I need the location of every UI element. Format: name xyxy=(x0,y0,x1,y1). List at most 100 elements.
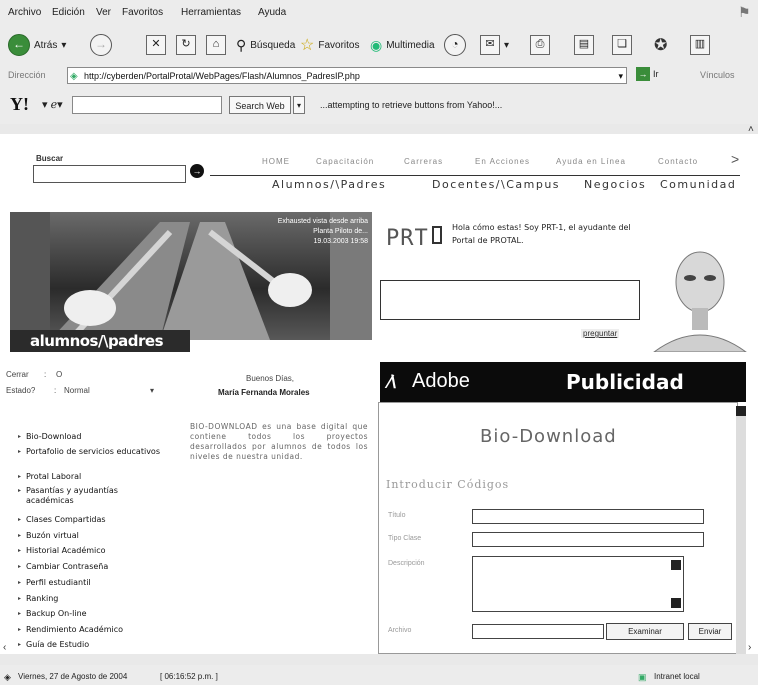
menu-ayuda[interactable]: Ayuda xyxy=(258,7,286,18)
field-description-label: Descripción xyxy=(388,560,425,567)
address-bar: Dirección ◈ http://cyberden/PortalProtal… xyxy=(0,62,758,90)
ad-banner[interactable]: ⁄\ Adobe Publicidad xyxy=(380,362,746,402)
sidebar-item-rendimiento[interactable]: Rendimiento Académico xyxy=(18,625,166,635)
search-web-dropdown[interactable]: ▾ xyxy=(293,96,305,114)
sidebar-item-buzon-virtual[interactable]: Buzón virtual xyxy=(18,531,166,541)
nav-arrow-icon[interactable]: > xyxy=(731,151,739,167)
forward-arrow-icon: → xyxy=(90,34,112,56)
mail-icon: ✉ xyxy=(480,35,500,55)
nav-carreras[interactable]: Carreras xyxy=(404,157,443,166)
sidebar-item-portafolio[interactable]: Portafolio de servicios educativos xyxy=(18,447,166,457)
star-icon: ☆ xyxy=(300,37,315,54)
sidebar-item-historial-academico[interactable]: Historial Académico xyxy=(18,546,166,556)
back-arrow-icon: ← xyxy=(8,34,30,56)
scroll-up-icon[interactable] xyxy=(736,406,746,416)
sidebar-item-cambiar-contrasena[interactable]: Cambiar Contraseña xyxy=(18,562,166,572)
bio-download-description: BIO-DOWNLOAD es una base digital que con… xyxy=(190,422,368,461)
yahoo-status-text: ...attempting to retrieve buttons from Y… xyxy=(320,100,503,110)
nav-alumnos-padres[interactable]: Alumnos/\Padres xyxy=(272,178,386,191)
scroll-left-icon[interactable]: ‹ xyxy=(3,642,6,653)
stop-button[interactable]: ✕ xyxy=(146,34,166,56)
assistant-question-input[interactable] xyxy=(380,280,640,320)
sidebar-item-guia-estudio[interactable]: Guía de Estudio xyxy=(18,640,166,650)
menu-archivo[interactable]: Archivo xyxy=(8,7,41,18)
print-button[interactable]: ⎙ xyxy=(530,34,550,56)
field-title-label: Título xyxy=(388,512,406,519)
scroll-up-arrow-icon[interactable]: ˄ xyxy=(748,124,754,135)
address-url: http://cyberden/PortalProtal/WebPages/Fl… xyxy=(84,71,360,81)
home-button[interactable]: ⌂ xyxy=(206,34,226,56)
forward-button[interactable]: → xyxy=(90,34,112,56)
chevron-down-icon: ▾ xyxy=(61,39,67,51)
mail-button[interactable]: ✉ ▾ xyxy=(480,34,509,56)
state-select[interactable]: Normal xyxy=(64,386,90,395)
yahoo-dropdown-icon[interactable]: ▾ ℯ▾ xyxy=(42,98,63,111)
address-input[interactable]: ◈ http://cyberden/PortalProtal/WebPages/… xyxy=(67,67,627,84)
menu-favoritos[interactable]: Favoritos xyxy=(122,7,163,18)
discuss-icon: ❏ xyxy=(612,35,632,55)
messenger-icon: ✪ xyxy=(654,37,668,54)
send-button[interactable]: Enviar xyxy=(688,623,732,640)
field-title-input[interactable] xyxy=(472,509,704,524)
go-button[interactable]: → Ir xyxy=(636,67,659,81)
chevron-down-icon: ▾ xyxy=(504,39,510,51)
nav-en-acciones[interactable]: En Acciones xyxy=(475,157,530,166)
browse-button[interactable]: Examinar xyxy=(606,623,684,640)
textarea-scroll-down-icon[interactable] xyxy=(671,598,681,608)
ask-button[interactable]: preguntar xyxy=(581,329,620,338)
refresh-button[interactable]: ↻ xyxy=(176,34,196,56)
sidebar-item-backup-online[interactable]: Backup On-line xyxy=(18,609,166,619)
history-button[interactable]: ◔ xyxy=(444,34,466,56)
edit-button[interactable]: ▤ xyxy=(574,34,594,56)
research-button[interactable]: ▥ xyxy=(690,34,710,56)
favorites-button[interactable]: ☆ Favoritos xyxy=(300,34,359,56)
nav-contacto[interactable]: Contacto xyxy=(658,157,698,166)
messenger-button[interactable]: ✪ xyxy=(654,34,667,56)
textarea-scroll-up-icon[interactable] xyxy=(671,560,681,570)
nav-home[interactable]: HOME xyxy=(262,157,290,166)
print-icon: ⎙ xyxy=(530,35,550,55)
robot-assistant-icon xyxy=(653,251,747,352)
status-time: [ 06:16:52 p.m. ] xyxy=(160,672,218,681)
site-search-input[interactable] xyxy=(33,165,186,183)
yahoo-search-input[interactable] xyxy=(72,96,222,114)
menu-herramientas[interactable]: Herramientas xyxy=(181,7,241,18)
menu-ver[interactable]: Ver xyxy=(96,7,111,18)
sidebar-item-clases-compartidas[interactable]: Clases Compartidas xyxy=(18,515,166,525)
field-file-input[interactable] xyxy=(472,624,604,639)
sidebar-item-ranking[interactable]: Ranking xyxy=(18,594,166,604)
research-icon: ▥ xyxy=(690,35,710,55)
sidebar-item-protal-laboral[interactable]: Protal Laboral xyxy=(18,472,166,482)
nav-comunidad[interactable]: Comunidad xyxy=(660,178,736,191)
sidebar-item-pasantias[interactable]: Pasantías y ayudantías académicas xyxy=(18,486,166,506)
discuss-button[interactable]: ❏ xyxy=(612,34,632,56)
site-search-go-icon[interactable]: → xyxy=(190,164,204,178)
refresh-icon: ↻ xyxy=(176,35,196,55)
status-zone: Intranet local xyxy=(654,672,700,681)
banner-caption-1: Exhausted vista desde arriba xyxy=(277,218,368,225)
chevron-down-icon[interactable]: ▾ xyxy=(618,68,623,85)
search-button[interactable]: ⚲ Búsqueda xyxy=(236,34,295,56)
nav-negocios[interactable]: Negocios xyxy=(584,178,646,191)
field-type-input[interactable] xyxy=(472,532,704,547)
status-bar: ◈ Viernes, 27 de Agosto de 2004 [ 06:16:… xyxy=(0,665,758,685)
field-description-textarea[interactable] xyxy=(472,556,684,612)
nav-capacitacion[interactable]: Capacitación xyxy=(316,157,374,166)
multimedia-label: Multimedia xyxy=(386,39,435,51)
chevron-down-icon[interactable]: ▾ xyxy=(150,386,154,395)
toolbar: ← Atrás ▾ → ✕ ↻ ⌂ ⚲ Búsqueda ☆ Favoritos… xyxy=(0,26,758,62)
search-web-button[interactable]: Search Web xyxy=(229,96,291,114)
scroll-right-icon[interactable]: › xyxy=(748,642,751,653)
sidebar-item-perfil-estudiantil[interactable]: Perfil estudiantil xyxy=(18,578,166,588)
multimedia-button[interactable]: ◉ Multimedia xyxy=(370,34,435,56)
history-icon: ◔ xyxy=(444,34,466,56)
nav-docentes-campus[interactable]: Docentes/\Campus xyxy=(432,178,560,191)
back-button[interactable]: ← Atrás ▾ xyxy=(8,34,66,56)
links-label[interactable]: Vínculos xyxy=(700,70,735,80)
nav-ayuda[interactable]: Ayuda en Línea xyxy=(556,157,626,166)
form-scrollbar[interactable] xyxy=(736,406,746,654)
menu-edicion[interactable]: Edición xyxy=(52,7,85,18)
sidebar-item-bio-download[interactable]: Bio-Download xyxy=(18,432,166,442)
close-button[interactable]: O xyxy=(56,370,62,379)
page-icon: ◈ xyxy=(70,71,78,82)
